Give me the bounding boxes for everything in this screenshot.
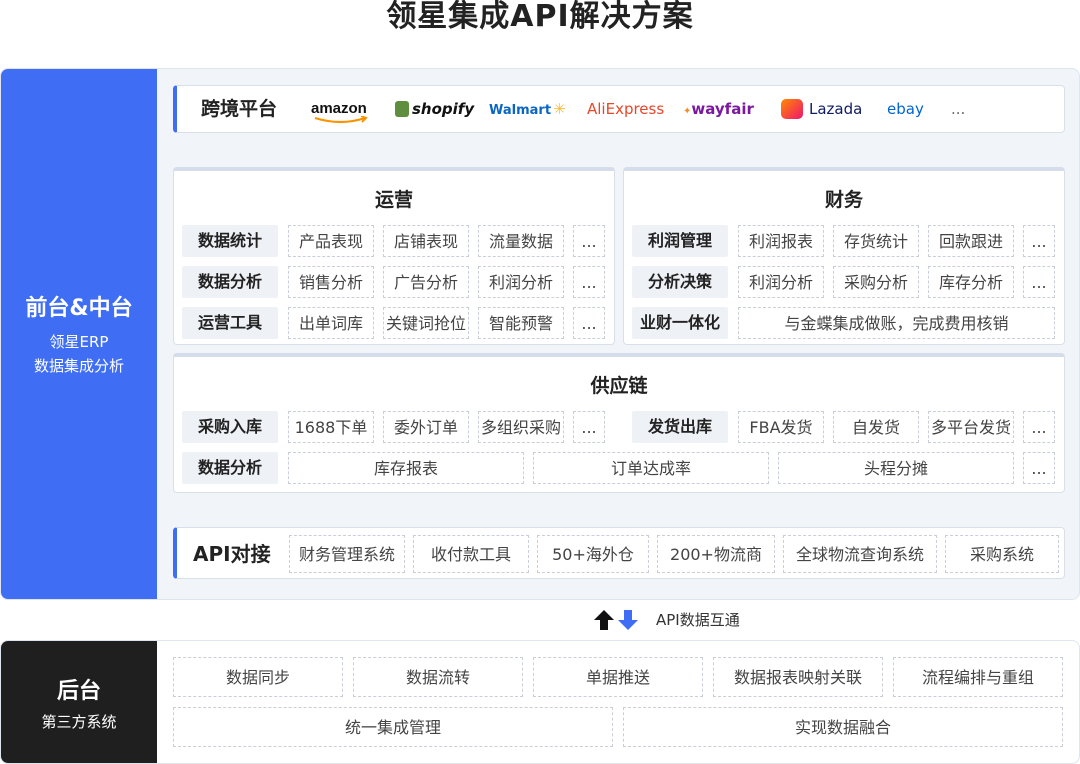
fin-cell: 库存分析 xyxy=(928,266,1014,298)
platforms-box: 跨境平台 amazon shopify Walmart ✳ AliExpress … xyxy=(173,85,1065,133)
walmart-logo: Walmart ✳ xyxy=(489,100,566,118)
back-side-label: 后台 第三方系统 xyxy=(1,641,157,763)
ops-cell: 销售分析 xyxy=(288,266,374,298)
supply-cell: 订单达成率 xyxy=(533,452,769,484)
supply-more: ... xyxy=(1023,411,1055,443)
fin-row3-label: 业财一体化 xyxy=(632,307,728,339)
aliexpress-logo: AliExpress xyxy=(587,100,665,118)
supply-purchase-label: 采购入库 xyxy=(182,411,278,443)
api-cell: 采购系统 xyxy=(945,535,1059,573)
ops-cell: 广告分析 xyxy=(383,266,469,298)
platforms-more: ... xyxy=(951,100,966,118)
supply-more: ... xyxy=(1023,452,1055,484)
front-side-sub2: 数据集成分析 xyxy=(33,357,124,375)
back-cell: 单据推送 xyxy=(533,657,703,697)
ops-cell: 产品表现 xyxy=(288,225,374,257)
api-cell: 200+物流商 xyxy=(657,535,775,573)
ops-cell: 关键词抢位 xyxy=(383,307,469,339)
amazon-logo: amazon xyxy=(311,86,368,132)
platforms-title: 跨境平台 xyxy=(201,98,278,120)
walmart-spark-icon: ✳ xyxy=(553,100,566,118)
api-title: API对接 xyxy=(193,542,271,566)
back-cell: 统一集成管理 xyxy=(173,707,613,747)
api-link-label: API数据互通 xyxy=(656,611,740,629)
front-side-sub1: 领星ERP xyxy=(49,333,109,351)
supply-cell: 多组织采购 xyxy=(478,411,564,443)
ops-more: ... xyxy=(573,225,605,257)
ops-cell: 智能预警 xyxy=(478,307,564,339)
fin-cell: 采购分析 xyxy=(833,266,919,298)
fin-cell: 存货统计 xyxy=(833,225,919,257)
back-cell: 流程编排与重组 xyxy=(893,657,1063,697)
supply-box: 供应链 采购入库 1688下单 委外订单 多组织采购 ... 发货出库 FBA发… xyxy=(173,353,1065,493)
ops-row3-label: 运营工具 xyxy=(182,307,278,339)
fin-cell: 回款跟进 xyxy=(928,225,1014,257)
api-cell: 收付款工具 xyxy=(413,535,529,573)
supply-cell: 自发货 xyxy=(833,411,919,443)
api-cell: 50+海外仓 xyxy=(537,535,649,573)
fin-row1-label: 利润管理 xyxy=(632,225,728,257)
back-cell: 数据同步 xyxy=(173,657,343,697)
supply-title: 供应链 xyxy=(590,375,648,397)
api-box: API对接 财务管理系统 收付款工具 50+海外仓 200+物流商 全球物流查询… xyxy=(173,527,1065,579)
ops-cell: 流量数据 xyxy=(478,225,564,257)
ops-row2-label: 数据分析 xyxy=(182,266,278,298)
operations-box: 运营 数据统计 产品表现 店铺表现 流量数据 ... 数据分析 销售分析 广告分… xyxy=(173,167,615,345)
supply-analysis-label: 数据分析 xyxy=(182,452,278,484)
ops-cell: 出单词库 xyxy=(288,307,374,339)
api-link: API数据互通 xyxy=(592,608,752,632)
back-panel: 后台 第三方系统 数据同步 数据流转 单据推送 数据报表映射关联 流程编排与重组… xyxy=(0,640,1080,764)
api-cell: 财务管理系统 xyxy=(289,535,405,573)
supply-cell: FBA发货 xyxy=(738,411,824,443)
supply-cell: 1688下单 xyxy=(288,411,374,443)
supply-cell: 库存报表 xyxy=(288,452,524,484)
finance-title: 财务 xyxy=(824,189,863,211)
back-cell: 数据流转 xyxy=(353,657,523,697)
fin-cell: 利润分析 xyxy=(738,266,824,298)
lazada-logo: Lazada xyxy=(781,86,862,132)
wayfair-logo: ✦wayfair xyxy=(683,100,754,118)
ebay-logo: ebay xyxy=(887,100,924,118)
lazada-heart-icon xyxy=(781,99,803,119)
ops-more: ... xyxy=(573,307,605,339)
ops-cell: 店铺表现 xyxy=(383,225,469,257)
back-cell: 实现数据融合 xyxy=(623,707,1063,747)
fin-more: ... xyxy=(1023,266,1055,298)
fin-more: ... xyxy=(1023,225,1055,257)
back-side-sub: 第三方系统 xyxy=(41,712,117,731)
supply-cell: 委外订单 xyxy=(383,411,469,443)
operations-title: 运营 xyxy=(374,189,413,211)
finance-box: 财务 利润管理 利润报表 存货统计 回款跟进 ... 分析决策 利润分析 采购分… xyxy=(623,167,1065,345)
fin-row2-label: 分析决策 xyxy=(632,266,728,298)
fin-cell: 利润报表 xyxy=(738,225,824,257)
supply-cell: 头程分摊 xyxy=(778,452,1014,484)
ops-row1-label: 数据统计 xyxy=(182,225,278,257)
up-down-arrows-icon xyxy=(594,610,638,630)
supply-ship-label: 发货出库 xyxy=(632,411,728,443)
back-side-title: 后台 xyxy=(56,678,101,704)
front-side-label: 前台&中台 领星ERP 数据集成分析 xyxy=(1,69,157,599)
shopify-logo: shopify xyxy=(395,86,474,132)
front-side-title: 前台&中台 xyxy=(25,296,133,321)
ops-more: ... xyxy=(573,266,605,298)
supply-more: ... xyxy=(573,411,605,443)
supply-cell: 多平台发货 xyxy=(928,411,1014,443)
page-title: 领星集成API解决方案 xyxy=(386,0,694,34)
front-panel: 前台&中台 领星ERP 数据集成分析 跨境平台 amazon shopify W… xyxy=(0,68,1080,600)
api-cell: 全球物流查询系统 xyxy=(783,535,937,573)
shopify-bag-icon xyxy=(395,101,409,117)
ops-cell: 利润分析 xyxy=(478,266,564,298)
back-cell: 数据报表映射关联 xyxy=(713,657,883,697)
fin-cell-wide: 与金蝶集成做账，完成费用核销 xyxy=(738,307,1055,339)
